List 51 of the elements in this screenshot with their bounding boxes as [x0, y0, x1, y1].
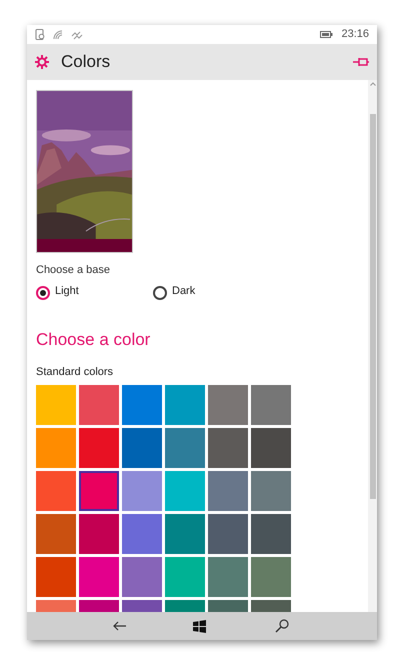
radio-button[interactable] — [153, 286, 167, 300]
color-swatch[interactable] — [79, 428, 119, 468]
color-swatch[interactable] — [122, 514, 162, 554]
color-swatch[interactable] — [79, 385, 119, 425]
color-swatch[interactable] — [122, 385, 162, 425]
scroll-thumb[interactable] — [370, 114, 376, 499]
battery-icon — [320, 31, 334, 38]
color-swatch[interactable] — [36, 514, 76, 554]
windows-logo-icon[interactable] — [193, 620, 206, 632]
color-swatch[interactable] — [79, 471, 119, 511]
color-swatch[interactable] — [36, 557, 76, 597]
section-label: Choose a base — [36, 263, 111, 278]
scroll-up-icon[interactable] — [370, 82, 376, 86]
color-swatch[interactable] — [36, 471, 76, 511]
phone-icon — [35, 29, 45, 40]
color-swatch[interactable] — [165, 514, 205, 554]
color-swatch[interactable] — [165, 385, 205, 425]
radio-label[interactable]: Dark — [172, 284, 196, 298]
color-swatch[interactable] — [208, 428, 248, 468]
color-swatch[interactable] — [79, 514, 119, 554]
color-swatch[interactable] — [208, 514, 248, 554]
scrollbar[interactable] — [368, 80, 377, 612]
color-swatch[interactable] — [251, 428, 291, 468]
vibrate-icon — [71, 30, 83, 40]
color-swatch[interactable] — [208, 385, 248, 425]
radio-label[interactable]: Light — [55, 284, 79, 298]
color-swatch[interactable] — [122, 471, 162, 511]
color-swatch[interactable] — [251, 385, 291, 425]
color-swatch[interactable] — [251, 557, 291, 597]
signal-icon — [53, 30, 63, 40]
color-swatch[interactable] — [165, 428, 205, 468]
clock-time: 23:16 — [341, 27, 369, 42]
color-swatch[interactable] — [36, 428, 76, 468]
color-swatch[interactable] — [251, 471, 291, 511]
color-swatch[interactable] — [208, 471, 248, 511]
color-swatch[interactable] — [79, 557, 119, 597]
back-icon[interactable] — [113, 621, 127, 631]
color-swatch[interactable] — [165, 557, 205, 597]
color-swatch[interactable] — [122, 557, 162, 597]
color-swatch[interactable] — [122, 428, 162, 468]
color-swatch[interactable] — [251, 514, 291, 554]
color-swatch[interactable] — [36, 385, 76, 425]
search-icon[interactable] — [275, 619, 289, 633]
color-swatch[interactable] — [208, 557, 248, 597]
page-title: Colors — [61, 51, 110, 74]
radio-button[interactable] — [36, 286, 50, 300]
section-heading: Choose a color — [36, 330, 152, 350]
pin-icon[interactable] — [353, 57, 369, 67]
section-label: Standard colors — [36, 364, 114, 380]
color-swatch[interactable] — [165, 471, 205, 511]
settings-icon — [35, 55, 49, 69]
